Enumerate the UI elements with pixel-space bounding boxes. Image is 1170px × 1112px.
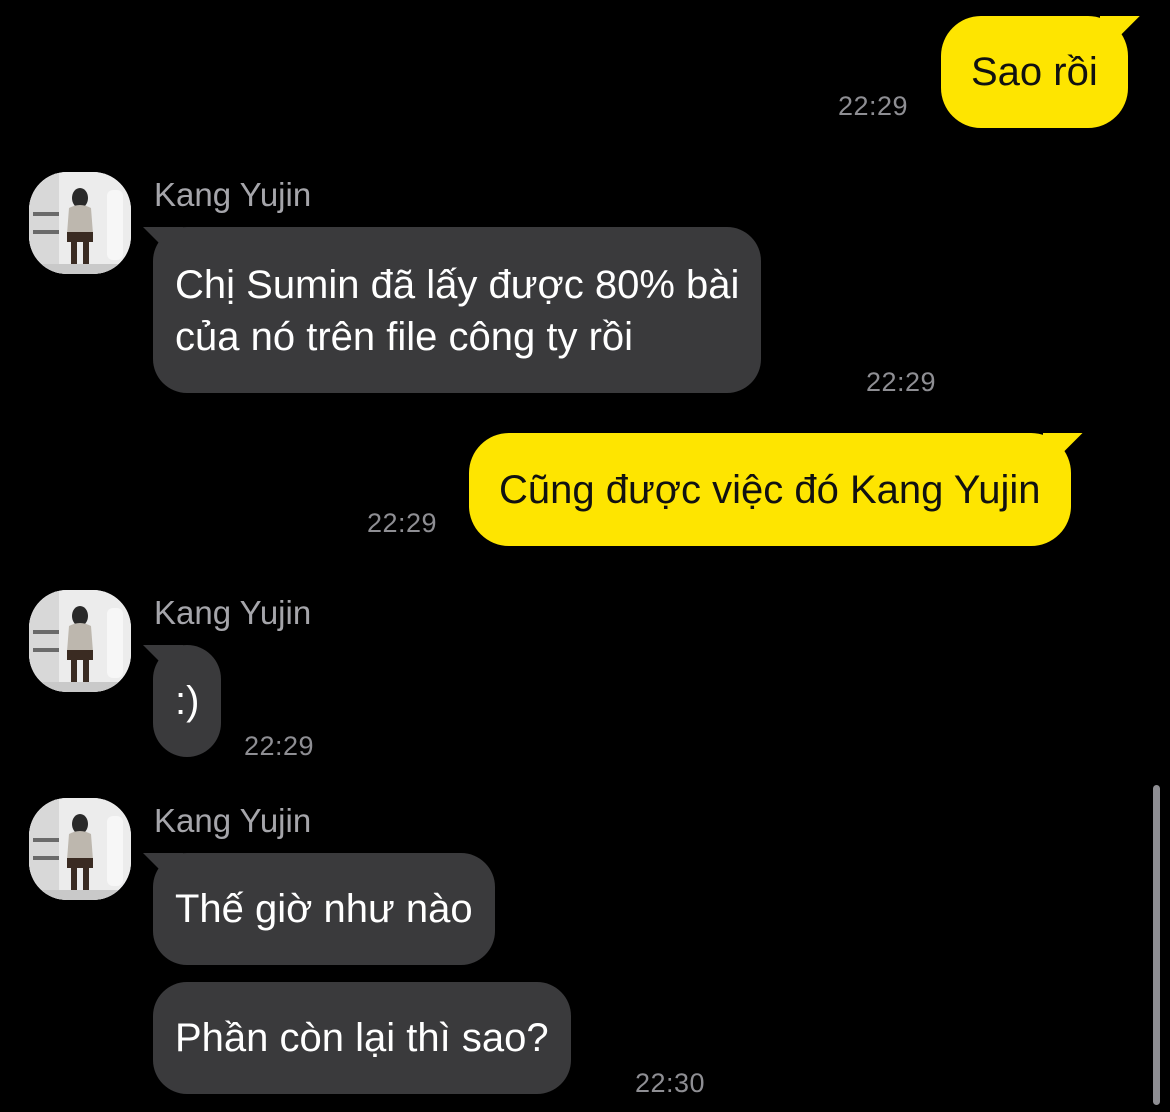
outgoing-message-bubble[interactable]: Cũng được việc đó Kang Yujin [469,433,1083,546]
sender-name: Kang Yujin [154,594,312,631]
outgoing-message-bubble[interactable]: Sao rồi [941,16,1140,128]
message-timestamp: 22:29 [367,508,438,538]
message-text: :) [175,679,200,723]
incoming-message-bubble[interactable]: Thế giờ như nào [143,853,495,965]
contact-avatar-image[interactable] [29,590,131,692]
message-text: Thế giờ như nào [175,887,473,931]
contact-avatar-image[interactable] [29,798,131,900]
bubble-tail [1099,16,1140,56]
incoming-message-bubble[interactable]: :) [143,645,222,757]
message-text: Sao rồi [971,50,1098,94]
avatar-photo-icon [29,590,131,692]
message-text: Phần còn lại thì sao? [175,1016,549,1060]
bubble-tail [1042,433,1083,473]
message-timestamp: 22:29 [866,367,937,397]
message-timestamp: 22:30 [635,1068,706,1098]
chat-thread[interactable]: 22:29 Sao rồi Kang Yujin Chị Sumin đã lấ… [0,0,1170,1112]
contact-avatar-image[interactable] [29,172,131,274]
scrollbar-thumb[interactable] [1153,785,1160,1105]
incoming-message-bubble[interactable]: Chị Sumin đã lấy được 80% bài của nó trê… [143,227,762,393]
message-text-line: của nó trên file công ty rồi [175,315,634,359]
message-text-line: Chị Sumin đã lấy được 80% bài [175,263,740,307]
message-text: Cũng được việc đó Kang Yujin [499,468,1041,512]
message-timestamp: 22:29 [838,91,909,121]
incoming-message-bubble[interactable]: Phần còn lại thì sao? [153,982,571,1094]
message-timestamp: 22:29 [244,731,315,761]
sender-name: Kang Yujin [154,802,312,839]
sender-name: Kang Yujin [154,176,312,213]
avatar-photo-icon [29,798,131,900]
avatar-photo-icon [29,172,131,274]
